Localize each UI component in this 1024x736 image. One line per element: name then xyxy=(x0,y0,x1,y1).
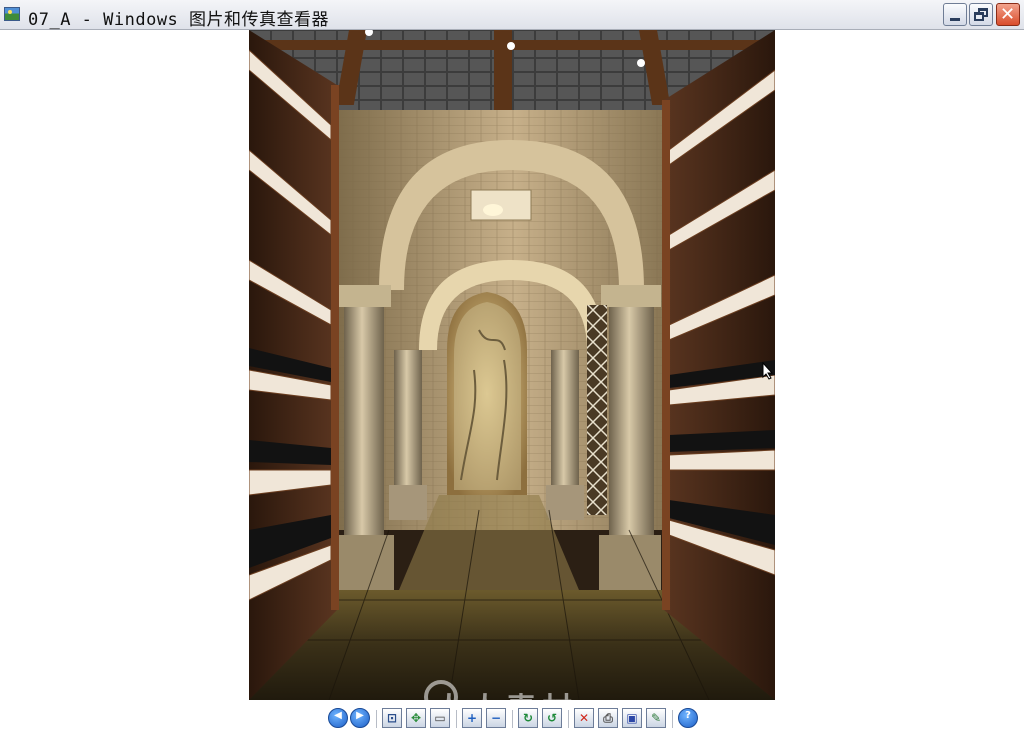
help-icon: ? xyxy=(685,710,691,721)
toolbar-separator xyxy=(456,710,457,728)
rotate-clockwise-icon: ↻ xyxy=(522,711,534,725)
best-fit-icon: ⊡ xyxy=(386,711,398,725)
best-fit-button[interactable]: ⊡ xyxy=(382,708,402,728)
print-button[interactable]: ⎙ xyxy=(598,708,618,728)
previous-image-icon: ◀ xyxy=(334,710,342,721)
previous-image-button[interactable]: ◀ xyxy=(328,708,348,728)
edit-button[interactable]: ✎ xyxy=(646,708,666,728)
zoom-out-icon: − xyxy=(490,711,502,725)
save-icon: ▣ xyxy=(626,711,638,725)
close-icon: ✕ xyxy=(1000,4,1016,25)
close-button[interactable]: ✕ xyxy=(996,3,1020,26)
rotate-clockwise-button[interactable]: ↻ xyxy=(518,708,538,728)
edit-icon: ✎ xyxy=(650,711,662,725)
minimize-icon xyxy=(950,18,960,21)
zoom-out-button[interactable]: − xyxy=(486,708,506,728)
wine-cellar-photo xyxy=(249,30,775,700)
help-button[interactable]: ? xyxy=(678,708,698,728)
toolbar-separator xyxy=(512,710,513,728)
actual-size-button[interactable]: ✥ xyxy=(406,708,426,728)
window-title: 07_A - Windows 图片和传真查看器 xyxy=(28,10,330,30)
next-image-icon: ▶ xyxy=(356,710,364,721)
minimize-button[interactable] xyxy=(943,3,967,26)
displayed-image xyxy=(249,30,775,700)
next-image-button[interactable]: ▶ xyxy=(350,708,370,728)
actual-size-icon: ✥ xyxy=(410,711,422,725)
delete-button[interactable]: ✕ xyxy=(574,708,594,728)
save-button[interactable]: ▣ xyxy=(622,708,642,728)
restore-button[interactable] xyxy=(969,3,993,26)
toolbar-separator xyxy=(568,710,569,728)
zoom-in-icon: + xyxy=(466,711,478,725)
mouse-cursor-icon xyxy=(762,362,774,380)
rotate-counterclockwise-button[interactable]: ↺ xyxy=(542,708,562,728)
viewer-toolbar: ◀ ▶ ⊡ ✥ ▭ + − ↻ ↺ ✕ ⎙ ▣ ✎ ? xyxy=(320,706,710,732)
image-viewer-icon xyxy=(4,7,20,21)
restore-icon-back xyxy=(974,12,984,21)
print-icon: ⎙ xyxy=(603,711,613,725)
slideshow-icon: ▭ xyxy=(434,711,446,725)
toolbar-separator xyxy=(376,710,377,728)
title-bar[interactable]: 07_A - Windows 图片和传真查看器 ✕ xyxy=(0,0,1024,30)
toolbar-separator xyxy=(672,710,673,728)
rotate-counterclockwise-icon: ↺ xyxy=(546,711,558,725)
delete-icon: ✕ xyxy=(578,711,590,725)
slideshow-button[interactable]: ▭ xyxy=(430,708,450,728)
zoom-in-button[interactable]: + xyxy=(462,708,482,728)
